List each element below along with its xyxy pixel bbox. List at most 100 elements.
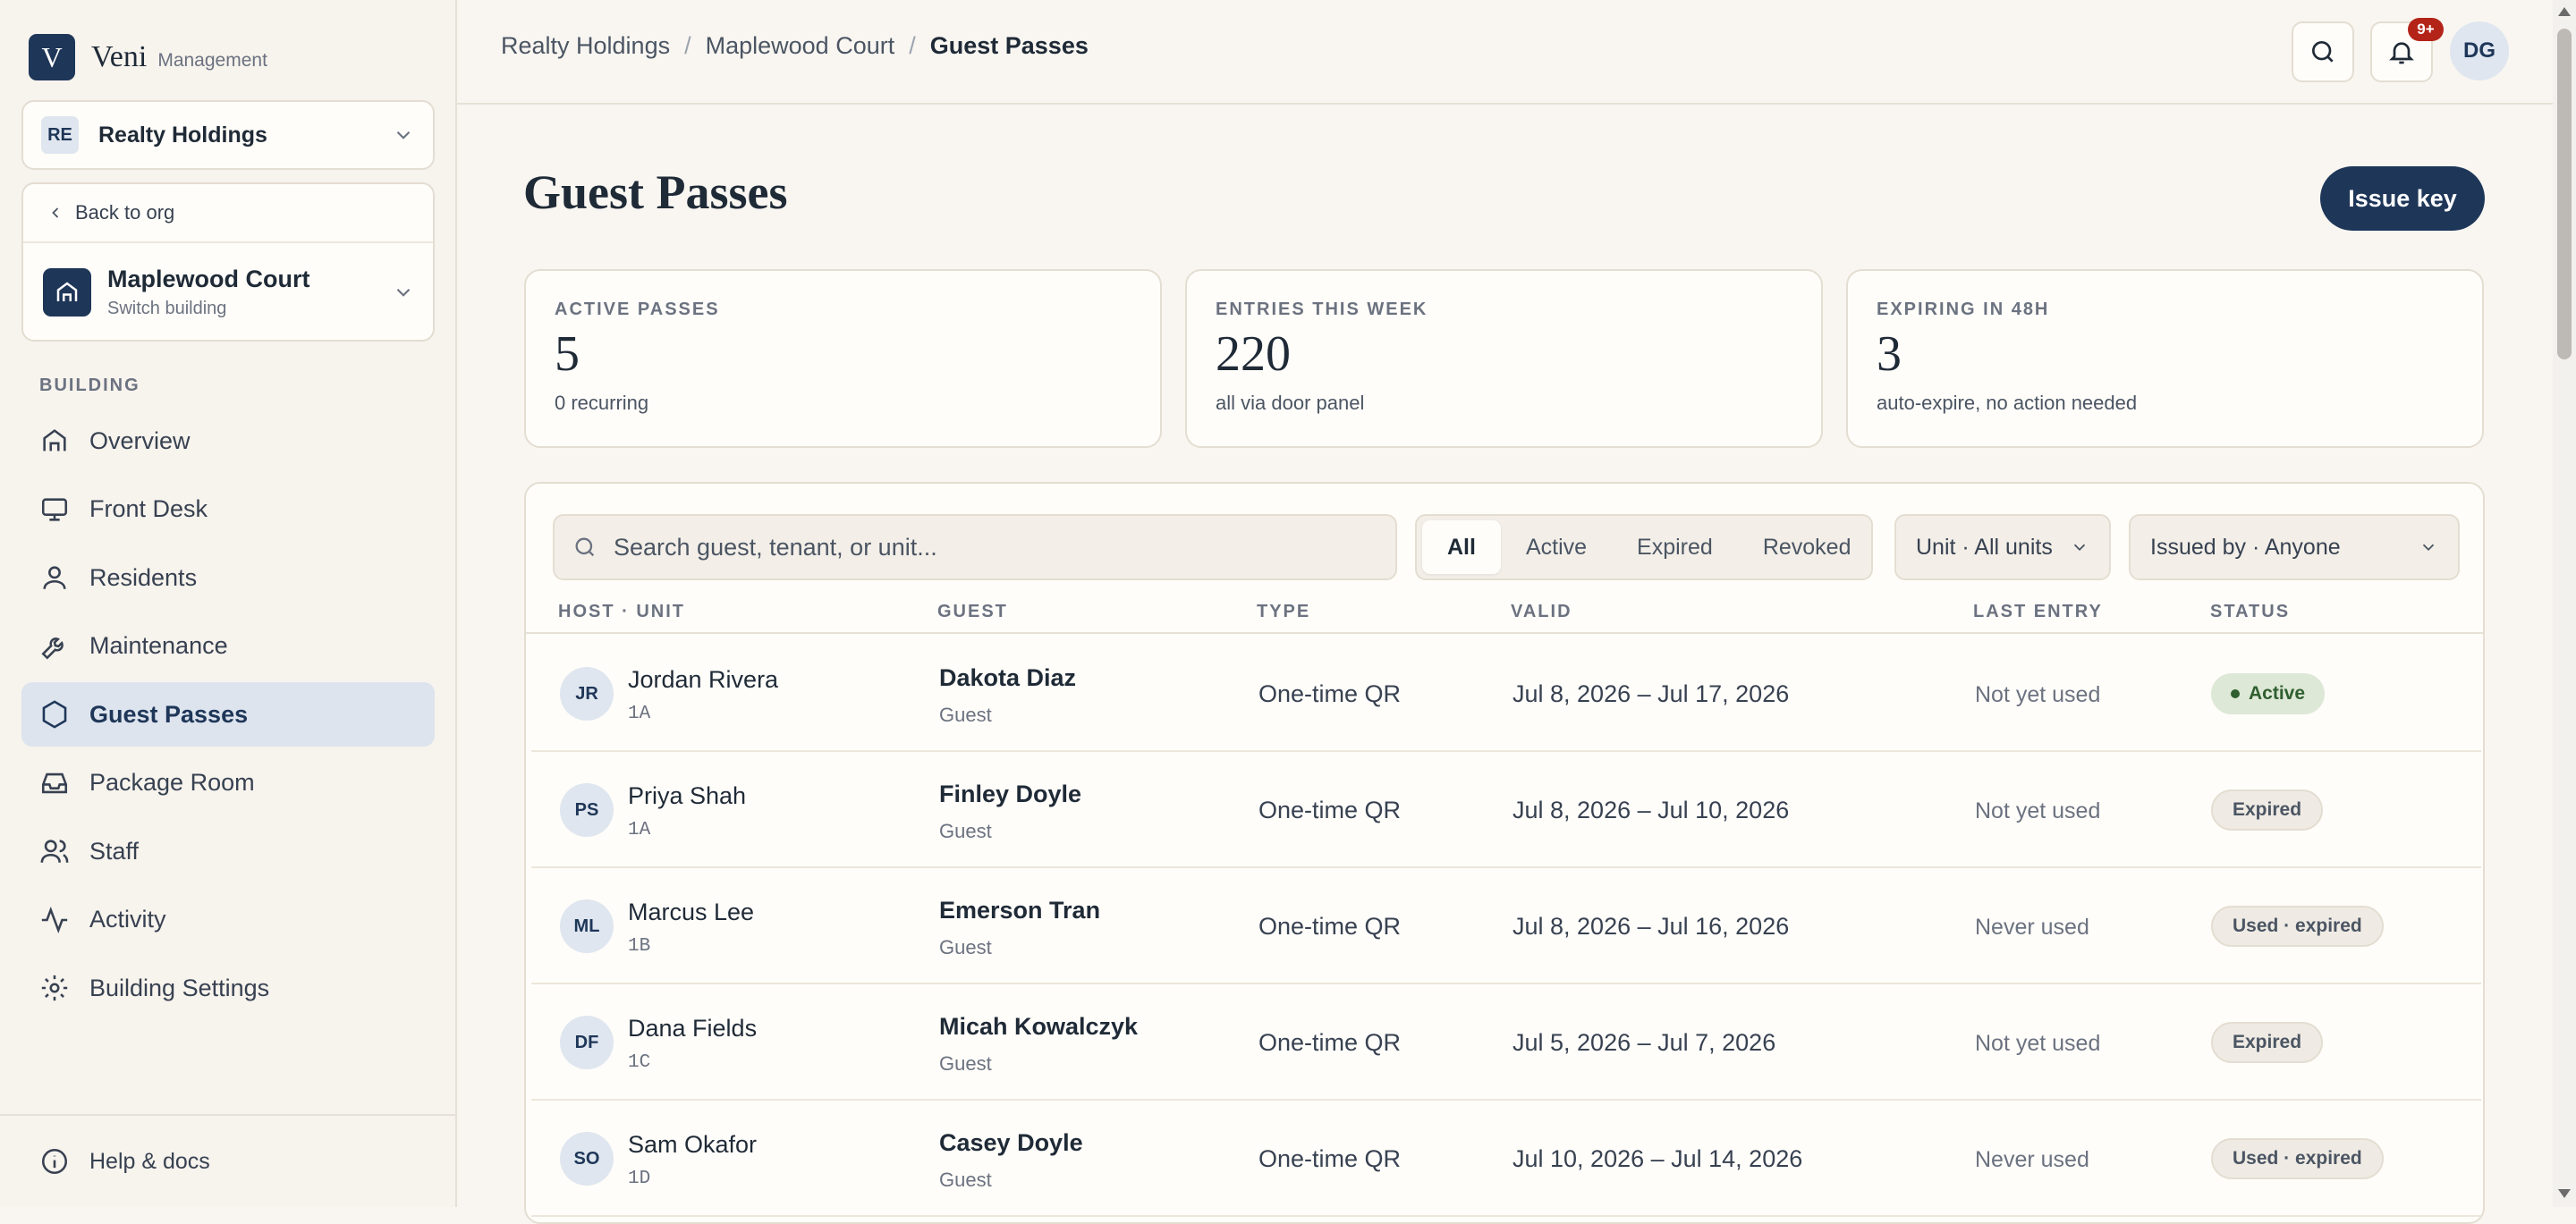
scroll-thumb[interactable]	[2557, 29, 2572, 359]
last-entry: Not yet used	[1975, 1031, 2101, 1056]
sidebar-item-label: Building Settings	[89, 974, 270, 1001]
host-avatar: PS	[560, 783, 614, 837]
scroll-down-arrow[interactable]	[2558, 1189, 2571, 1198]
search-icon	[575, 537, 595, 557]
host-name: Jordan Rivera	[628, 666, 779, 693]
column-header-guest[interactable]: GUEST	[937, 602, 1008, 622]
back-to-org-link[interactable]: Back to org	[23, 184, 433, 243]
notifications-button[interactable]: 9+	[2370, 18, 2444, 82]
host-unit: 1D	[628, 1169, 651, 1189]
pass-type: One-time QR	[1258, 913, 1402, 940]
issuer-filter-value: Issued by · Anyone	[2150, 534, 2341, 560]
table-row[interactable]: DF Dana Fields 1C Micah Kowalczyk Guest …	[531, 984, 2481, 1101]
host-unit: 1A	[628, 704, 651, 724]
status-badge: Active	[2211, 673, 2326, 714]
sidebar-item-label: Maintenance	[89, 632, 228, 659]
column-header-valid[interactable]: VALID	[1511, 602, 1572, 622]
stat-subtext: 0 recurring	[555, 392, 649, 414]
chevron-down-icon	[2422, 544, 2435, 552]
sidebar-item-label: Package Room	[89, 769, 255, 796]
host-avatar: ML	[560, 899, 614, 953]
stat-value: 220	[1216, 326, 1291, 382]
search-button[interactable]	[2292, 21, 2354, 82]
last-entry: Not yet used	[1975, 798, 2101, 823]
user-avatar[interactable]: DG	[2450, 21, 2509, 80]
filter-tab-all[interactable]: All	[1422, 520, 1501, 574]
issue-key-button[interactable]: Issue key	[2320, 166, 2485, 231]
valid-range: Jul 10, 2026 – Jul 14, 2026	[1513, 1145, 1803, 1172]
guest-role: Guest	[939, 1052, 992, 1075]
pass-type: One-time QR	[1258, 1145, 1402, 1172]
table-row[interactable]: JR Jordan Rivera 1A Dakota Diaz Guest On…	[531, 636, 2481, 752]
filter-tab-revoked[interactable]: Revoked	[1738, 520, 1877, 574]
breadcrumb-separator: /	[909, 32, 916, 59]
table-row[interactable]: PS Priya Shah 1A Finley Doyle Guest One-…	[531, 752, 2481, 868]
unit-filter-dropdown[interactable]: Unit · All units	[1894, 514, 2111, 580]
stat-label: ACTIVE PASSES	[555, 300, 720, 319]
host-name: Priya Shah	[628, 782, 747, 809]
sidebar-item-maintenance[interactable]: Maintenance	[21, 614, 435, 679]
column-header-host[interactable]: HOST · UNIT	[558, 602, 685, 622]
filter-tab-expired[interactable]: Expired	[1612, 520, 1738, 574]
sidebar-item-activity[interactable]: Activity	[21, 888, 435, 952]
valid-range: Jul 8, 2026 – Jul 17, 2026	[1513, 680, 1790, 707]
search-input[interactable]	[612, 532, 1381, 562]
wrench-icon	[41, 637, 64, 660]
unit-filter-value: Unit · All units	[1916, 534, 2053, 560]
valid-range: Jul 8, 2026 – Jul 10, 2026	[1513, 797, 1790, 823]
guest-passes-table-card: All Active Expired Revoked Unit · All un…	[524, 482, 2485, 1224]
search-field[interactable]	[553, 514, 1397, 580]
sidebar-item-staff[interactable]: Staff	[21, 819, 435, 883]
pass-type: One-time QR	[1258, 680, 1402, 707]
org-selector[interactable]: RE Realty Holdings	[21, 100, 435, 170]
notification-count-badge: 9+	[2408, 18, 2444, 41]
breadcrumb-current: Guest Passes	[929, 32, 1089, 59]
host-unit: 1A	[628, 820, 651, 840]
scroll-up-arrow[interactable]	[2558, 7, 2571, 16]
users-icon	[40, 840, 69, 863]
guest-name: Emerson Tran	[939, 897, 1101, 924]
info-icon	[41, 1148, 68, 1175]
valid-range: Jul 5, 2026 – Jul 7, 2026	[1513, 1029, 1776, 1056]
guest-name: Finley Doyle	[939, 781, 1082, 807]
table-row[interactable]: SO Sam Okafor 1D Casey Doyle Guest One-t…	[531, 1101, 2481, 1217]
sidebar-item-overview[interactable]: Overview	[21, 409, 435, 473]
guest-role: Guest	[939, 820, 992, 842]
help-docs-link[interactable]: Help & docs	[0, 1114, 455, 1207]
pass-type: One-time QR	[1258, 797, 1402, 823]
host-avatar: JR	[560, 667, 614, 721]
stat-card-active-passes: ACTIVE PASSES 5 0 recurring	[524, 269, 1162, 448]
table-row[interactable]: ML Marcus Lee 1B Emerson Tran Guest One-…	[531, 868, 2481, 984]
chevron-down-icon	[2073, 544, 2086, 552]
sidebar-item-label: Staff	[89, 837, 140, 865]
page-scrollbar[interactable]	[2553, 0, 2576, 1207]
host-avatar: SO	[560, 1132, 614, 1186]
filter-tab-active[interactable]: Active	[1501, 520, 1612, 574]
column-header-last-entry[interactable]: LAST ENTRY	[1973, 602, 2103, 622]
brand-subtitle: Management	[157, 50, 267, 71]
building-switcher[interactable]: Maplewood Court Switch building	[23, 243, 433, 342]
sidebar-item-front-desk[interactable]: Front Desk	[21, 477, 435, 542]
last-entry: Never used	[1975, 915, 2089, 940]
host-name: Dana Fields	[628, 1015, 758, 1042]
breadcrumb-building[interactable]: Maplewood Court	[706, 32, 895, 60]
gear-icon	[41, 975, 68, 1001]
brand-name: Veni	[91, 40, 148, 73]
chevron-down-icon	[396, 288, 411, 297]
issuer-filter-dropdown[interactable]: Issued by · Anyone	[2129, 514, 2460, 580]
chevron-left-icon	[52, 207, 59, 218]
sidebar-item-residents[interactable]: Residents	[21, 545, 435, 610]
column-header-type[interactable]: TYPE	[1257, 602, 1310, 622]
pass-type: One-time QR	[1258, 1029, 1402, 1056]
column-header-status[interactable]: STATUS	[2210, 602, 2290, 622]
host-name: Marcus Lee	[628, 899, 755, 925]
sidebar-item-package-room[interactable]: Package Room	[21, 751, 435, 815]
brand[interactable]: V Veni Management	[29, 34, 267, 80]
sidebar: V Veni Management RE Realty Holdings Bac…	[0, 0, 457, 1207]
switch-building-label: Switch building	[107, 299, 227, 318]
top-header: Realty Holdings / Maplewood Court / Gues…	[457, 0, 2553, 105]
breadcrumb-org[interactable]: Realty Holdings	[501, 32, 670, 60]
chevron-down-icon	[396, 131, 411, 139]
sidebar-item-building-settings[interactable]: Building Settings	[21, 956, 435, 1020]
sidebar-item-guest-passes[interactable]: Guest Passes	[21, 682, 435, 747]
